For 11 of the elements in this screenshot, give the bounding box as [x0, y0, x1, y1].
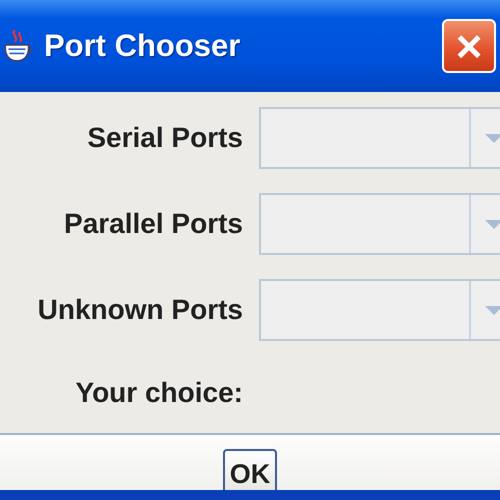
close-button[interactable]: ×: [442, 19, 496, 73]
choice-label: Your choice:: [74, 377, 243, 409]
port-label: Parallel Ports: [63, 208, 243, 240]
dropdown-arrow-icon: [485, 134, 500, 142]
coffee-cup-icon: [2, 28, 34, 64]
dropdown-arrow-icon: [485, 220, 500, 228]
port-label: Unknown Ports: [36, 294, 243, 326]
dropdown-arrow-icon: [485, 306, 500, 314]
port-label: Serial Ports: [86, 122, 243, 154]
window-title: Port Chooser: [44, 28, 242, 64]
ok-button[interactable]: OK: [223, 449, 277, 490]
